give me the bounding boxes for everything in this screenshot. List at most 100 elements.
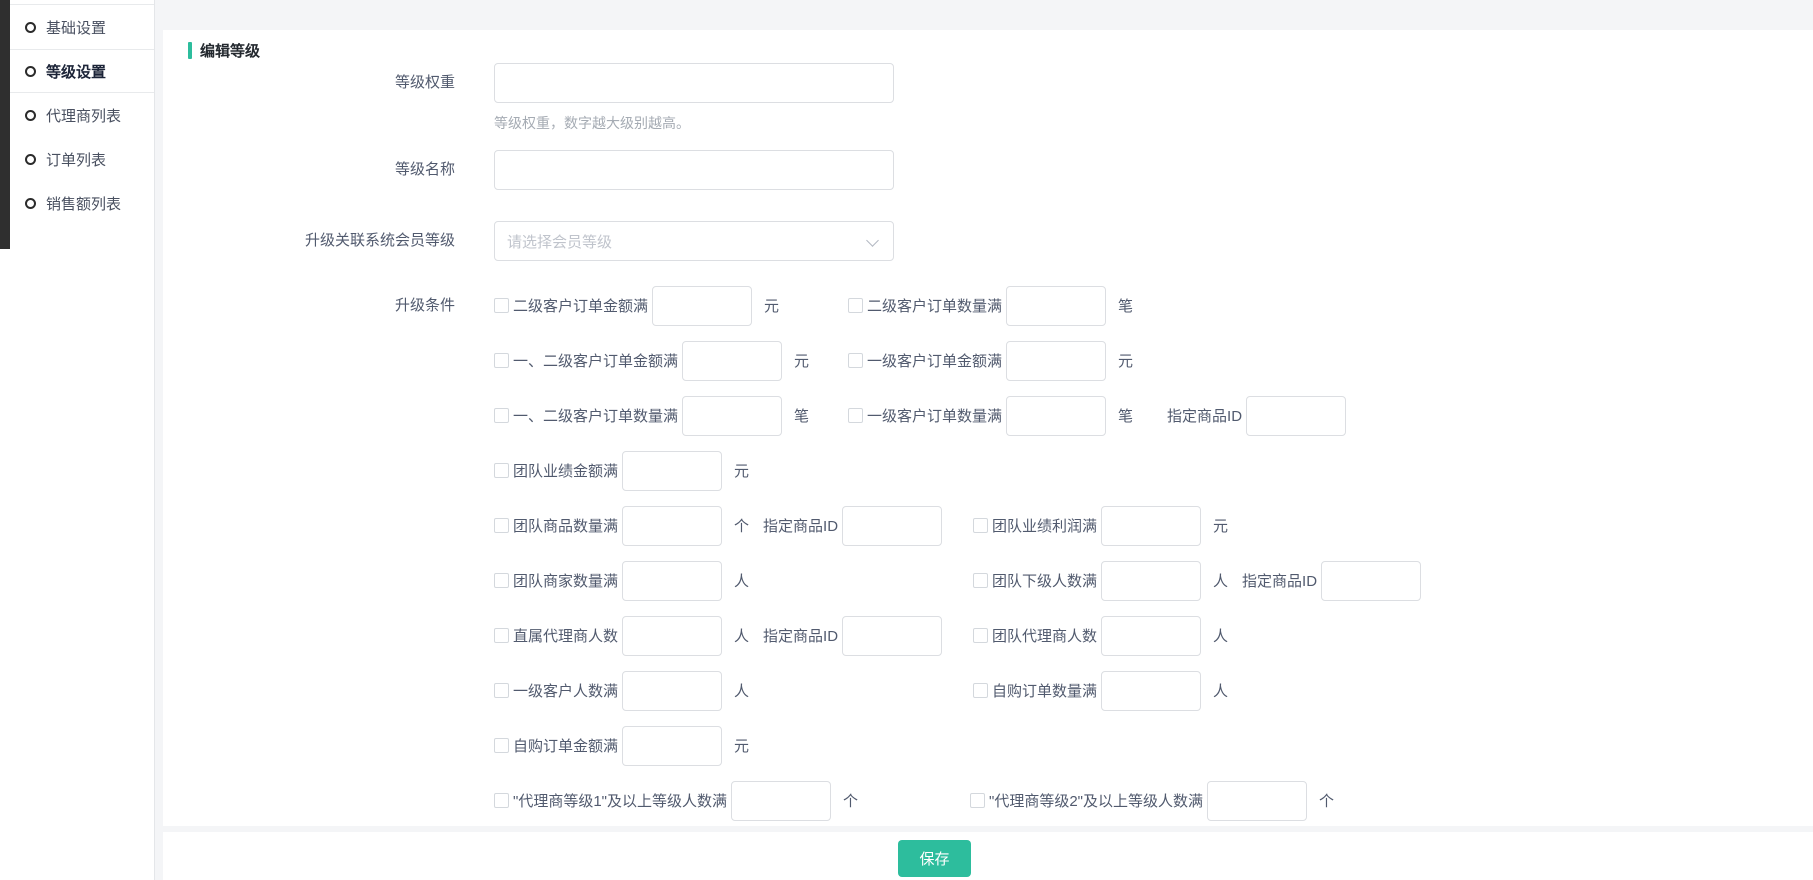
sidebar-item-2[interactable]: 代理商列表	[0, 93, 154, 137]
sidebar: 基础设置等级设置代理商列表订单列表销售额列表	[0, 0, 155, 880]
conditions-label: 升级条件	[163, 278, 455, 333]
unit-label: 笔	[1118, 405, 1133, 426]
condition-row: 团队商品数量满个指定商品ID团队业绩利润满元	[163, 498, 1813, 553]
unit-label: 人	[1213, 625, 1228, 646]
condition-group: "代理商等级1"及以上等级人数满个	[494, 781, 858, 821]
footer-bar: 保存	[163, 832, 1813, 880]
sidebar-item-1[interactable]: 等级设置	[0, 49, 154, 93]
condition-input[interactable]	[1006, 286, 1106, 326]
condition-label: 一级客户订单金额满	[867, 350, 1002, 371]
condition-checkbox[interactable]	[848, 298, 863, 313]
page-title: 编辑等级	[200, 40, 260, 61]
unit-label: 元	[1118, 350, 1133, 371]
condition-input[interactable]	[731, 781, 831, 821]
product-id-input[interactable]	[1246, 396, 1346, 436]
condition-input[interactable]	[622, 726, 722, 766]
condition-checkbox[interactable]	[494, 738, 509, 753]
condition-checkbox[interactable]	[848, 408, 863, 423]
sidebar-item-label: 订单列表	[46, 149, 106, 170]
unit-label: 人	[734, 680, 749, 701]
condition-label: 团队代理商人数	[992, 625, 1097, 646]
product-id-label: 指定商品ID	[763, 625, 838, 646]
condition-checkbox[interactable]	[494, 573, 509, 588]
member-level-label: 升级关联系统会员等级	[163, 221, 455, 261]
sidebar-item-4[interactable]: 销售额列表	[0, 181, 154, 225]
sidebar-item-label: 代理商列表	[46, 105, 121, 126]
condition-checkbox[interactable]	[494, 683, 509, 698]
product-id-input[interactable]	[1321, 561, 1421, 601]
condition-label: 二级客户订单数量满	[867, 295, 1002, 316]
condition-group: 一级客户订单数量满笔指定商品ID	[848, 396, 1346, 436]
condition-row: 一级客户人数满人自购订单数量满人	[163, 663, 1813, 718]
condition-input[interactable]	[1006, 341, 1106, 381]
condition-checkbox[interactable]	[494, 628, 509, 643]
sidebar-item-0[interactable]: 基础设置	[0, 5, 154, 49]
condition-checkbox[interactable]	[494, 298, 509, 313]
condition-checkbox[interactable]	[973, 628, 988, 643]
condition-label: 二级客户订单金额满	[513, 295, 648, 316]
level-name-input[interactable]	[494, 150, 894, 190]
condition-input[interactable]	[622, 451, 722, 491]
unit-label: 元	[734, 735, 749, 756]
condition-input[interactable]	[1006, 396, 1106, 436]
member-level-row: 升级关联系统会员等级 请选择会员等级	[163, 221, 894, 261]
condition-label: 一级客户人数满	[513, 680, 618, 701]
level-weight-input[interactable]	[494, 63, 894, 103]
condition-label: 团队下级人数满	[992, 570, 1097, 591]
condition-checkbox[interactable]	[973, 573, 988, 588]
condition-input[interactable]	[622, 671, 722, 711]
condition-input[interactable]	[622, 616, 722, 656]
condition-row: "代理商等级1"及以上等级人数满个 "代理商等级2"及以上等级人数满个	[163, 773, 1813, 828]
condition-group: 团队业绩金额满元	[494, 451, 749, 491]
collapsed-nav-strip	[0, 0, 10, 249]
member-level-select[interactable]: 请选择会员等级	[494, 221, 894, 261]
save-button[interactable]: 保存	[898, 840, 971, 877]
condition-checkbox[interactable]	[494, 463, 509, 478]
unit-label: 笔	[1118, 295, 1133, 316]
condition-checkbox[interactable]	[973, 518, 988, 533]
condition-input[interactable]	[1101, 671, 1201, 711]
unit-label: 笔	[794, 405, 809, 426]
product-id-label: 指定商品ID	[763, 515, 838, 536]
condition-row: 直属代理商人数人指定商品ID团队代理商人数人	[163, 608, 1813, 663]
condition-input[interactable]	[682, 396, 782, 436]
unit-label: 个	[734, 515, 749, 536]
condition-label: 自购订单金额满	[513, 735, 618, 756]
sidebar-menu: 基础设置等级设置代理商列表订单列表销售额列表	[0, 5, 154, 225]
condition-checkbox[interactable]	[494, 408, 509, 423]
condition-label: 团队商家数量满	[513, 570, 618, 591]
condition-group: 自购订单金额满 元	[494, 726, 749, 766]
level-weight-hint: 等级权重，数字越大级别越高。	[494, 113, 894, 133]
unit-label: 元	[1213, 515, 1228, 536]
circle-icon	[25, 22, 36, 33]
condition-label: 一级客户订单数量满	[867, 405, 1002, 426]
condition-checkbox[interactable]	[970, 793, 985, 808]
circle-icon	[25, 66, 36, 77]
condition-label: "代理商等级2"及以上等级人数满	[989, 790, 1203, 811]
condition-row: 团队业绩金额满元	[163, 443, 1813, 498]
condition-input[interactable]	[1207, 781, 1307, 821]
condition-input[interactable]	[652, 286, 752, 326]
product-id-input[interactable]	[842, 616, 942, 656]
condition-checkbox[interactable]	[973, 683, 988, 698]
upgrade-conditions: 升级条件二级客户订单金额满元二级客户订单数量满笔一、二级客户订单金额满元一级客户…	[163, 278, 1813, 828]
condition-input[interactable]	[622, 506, 722, 546]
sidebar-item-3[interactable]: 订单列表	[0, 137, 154, 181]
condition-checkbox[interactable]	[494, 353, 509, 368]
product-id-input[interactable]	[842, 506, 942, 546]
edit-level-panel: 编辑等级 等级权重 等级权重，数字越大级别越高。 等级名称 升级关联系统会员等级…	[163, 30, 1813, 826]
condition-group: 团队商家数量满人	[494, 561, 749, 601]
condition-checkbox[interactable]	[494, 793, 509, 808]
condition-group: 团队商品数量满个指定商品ID	[494, 506, 942, 546]
condition-group: "代理商等级2"及以上等级人数满个	[970, 781, 1334, 821]
condition-input[interactable]	[1101, 561, 1201, 601]
condition-input[interactable]	[1101, 616, 1201, 656]
condition-label: 一、二级客户订单数量满	[513, 405, 678, 426]
condition-input[interactable]	[1101, 506, 1201, 546]
level-name-label: 等级名称	[163, 150, 455, 190]
condition-checkbox[interactable]	[494, 518, 509, 533]
condition-input[interactable]	[682, 341, 782, 381]
condition-input[interactable]	[622, 561, 722, 601]
condition-row: 一、二级客户订单数量满笔一级客户订单数量满笔指定商品ID	[163, 388, 1813, 443]
condition-checkbox[interactable]	[848, 353, 863, 368]
